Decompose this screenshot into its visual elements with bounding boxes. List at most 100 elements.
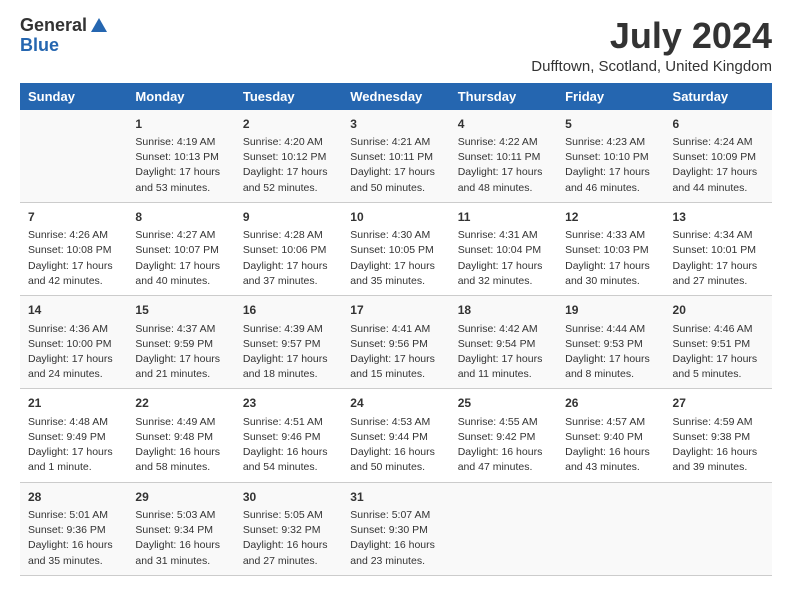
- weekday-header-sunday: Sunday: [20, 83, 127, 110]
- day-number: 16: [243, 302, 334, 319]
- cell-daylight-info: Sunrise: 4:36 AM Sunset: 10:00 PM Daylig…: [28, 322, 119, 383]
- day-number: 24: [350, 395, 441, 412]
- day-number: 15: [135, 302, 226, 319]
- day-number: 11: [458, 209, 549, 226]
- calendar-cell: 23 Sunrise: 4:51 AM Sunset: 9:46 PM Dayli…: [235, 389, 342, 482]
- page-header: General Blue July 2024 Dufftown, Scotlan…: [20, 16, 772, 75]
- cell-daylight-info: Sunrise: 4:28 AM Sunset: 10:06 PM Daylig…: [243, 228, 334, 289]
- calendar-cell: 12 Sunrise: 4:33 AM Sunset: 10:03 PM Dayl…: [557, 202, 664, 295]
- day-number: 21: [28, 395, 119, 412]
- weekday-header-friday: Friday: [557, 83, 664, 110]
- day-number: 1: [135, 116, 226, 133]
- calendar-cell: 25 Sunrise: 4:55 AM Sunset: 9:42 PM Dayli…: [450, 389, 557, 482]
- cell-daylight-info: Sunrise: 4:46 AM Sunset: 9:51 PM Dayligh…: [673, 322, 764, 383]
- calendar-cell: 31 Sunrise: 5:07 AM Sunset: 9:30 PM Dayli…: [342, 482, 449, 575]
- day-number: 14: [28, 302, 119, 319]
- month-title: July 2024: [531, 16, 772, 56]
- cell-daylight-info: Sunrise: 4:21 AM Sunset: 10:11 PM Daylig…: [350, 135, 441, 196]
- cell-daylight-info: Sunrise: 4:57 AM Sunset: 9:40 PM Dayligh…: [565, 415, 656, 476]
- calendar-cell: 30 Sunrise: 5:05 AM Sunset: 9:32 PM Dayli…: [235, 482, 342, 575]
- location-title: Dufftown, Scotland, United Kingdom: [531, 58, 772, 75]
- cell-daylight-info: Sunrise: 4:26 AM Sunset: 10:08 PM Daylig…: [28, 228, 119, 289]
- calendar-cell: [20, 110, 127, 203]
- weekday-header-monday: Monday: [127, 83, 234, 110]
- cell-daylight-info: Sunrise: 4:34 AM Sunset: 10:01 PM Daylig…: [673, 228, 764, 289]
- day-number: 18: [458, 302, 549, 319]
- day-number: 22: [135, 395, 226, 412]
- cell-daylight-info: Sunrise: 5:05 AM Sunset: 9:32 PM Dayligh…: [243, 508, 334, 569]
- weekday-header-tuesday: Tuesday: [235, 83, 342, 110]
- day-number: 20: [673, 302, 764, 319]
- calendar-cell: 29 Sunrise: 5:03 AM Sunset: 9:34 PM Dayli…: [127, 482, 234, 575]
- day-number: 12: [565, 209, 656, 226]
- logo-text-general: General: [20, 16, 87, 36]
- calendar-week-row: 7Sunrise: 4:26 AM Sunset: 10:08 PM Dayli…: [20, 202, 772, 295]
- calendar-cell: 18Sunrise: 4:42 AM Sunset: 9:54 PM Dayli…: [450, 296, 557, 389]
- cell-daylight-info: Sunrise: 4:31 AM Sunset: 10:04 PM Daylig…: [458, 228, 549, 289]
- day-number: 17: [350, 302, 441, 319]
- day-number: 5: [565, 116, 656, 133]
- day-number: 3: [350, 116, 441, 133]
- calendar-table: SundayMondayTuesdayWednesdayThursdayFrid…: [20, 83, 772, 576]
- calendar-cell: 8 Sunrise: 4:27 AM Sunset: 10:07 PM Dayli…: [127, 202, 234, 295]
- weekday-header-thursday: Thursday: [450, 83, 557, 110]
- cell-daylight-info: Sunrise: 4:22 AM Sunset: 10:11 PM Daylig…: [458, 135, 549, 196]
- calendar-cell: 26 Sunrise: 4:57 AM Sunset: 9:40 PM Dayli…: [557, 389, 664, 482]
- day-number: 13: [673, 209, 764, 226]
- calendar-cell: 14 Sunrise: 4:36 AM Sunset: 10:00 PM Dayl…: [20, 296, 127, 389]
- cell-daylight-info: Sunrise: 4:20 AM Sunset: 10:12 PM Daylig…: [243, 135, 334, 196]
- weekday-header-wednesday: Wednesday: [342, 83, 449, 110]
- day-number: 9: [243, 209, 334, 226]
- calendar-cell: 10Sunrise: 4:30 AM Sunset: 10:05 PM Dayl…: [342, 202, 449, 295]
- cell-daylight-info: Sunrise: 4:55 AM Sunset: 9:42 PM Dayligh…: [458, 415, 549, 476]
- cell-daylight-info: Sunrise: 4:48 AM Sunset: 9:49 PM Dayligh…: [28, 415, 119, 476]
- calendar-cell: 21 Sunrise: 4:48 AM Sunset: 9:49 PM Dayli…: [20, 389, 127, 482]
- cell-daylight-info: Sunrise: 5:03 AM Sunset: 9:34 PM Dayligh…: [135, 508, 226, 569]
- day-number: 26: [565, 395, 656, 412]
- cell-daylight-info: Sunrise: 4:37 AM Sunset: 9:59 PM Dayligh…: [135, 322, 226, 383]
- cell-daylight-info: Sunrise: 4:27 AM Sunset: 10:07 PM Daylig…: [135, 228, 226, 289]
- cell-daylight-info: Sunrise: 4:33 AM Sunset: 10:03 PM Daylig…: [565, 228, 656, 289]
- calendar-cell: 13 Sunrise: 4:34 AM Sunset: 10:01 PM Dayl…: [665, 202, 772, 295]
- day-number: 25: [458, 395, 549, 412]
- logo-icon: [89, 16, 109, 36]
- calendar-cell: 27Sunrise: 4:59 AM Sunset: 9:38 PM Dayli…: [665, 389, 772, 482]
- day-number: 29: [135, 489, 226, 506]
- day-number: 8: [135, 209, 226, 226]
- day-number: 28: [28, 489, 119, 506]
- calendar-cell: 11 Sunrise: 4:31 AM Sunset: 10:04 PM Dayl…: [450, 202, 557, 295]
- calendar-cell: 1 Sunrise: 4:19 AM Sunset: 10:13 PM Dayli…: [127, 110, 234, 203]
- logo-text-blue: Blue: [20, 36, 59, 56]
- cell-daylight-info: Sunrise: 5:01 AM Sunset: 9:36 PM Dayligh…: [28, 508, 119, 569]
- day-number: 27: [673, 395, 764, 412]
- calendar-week-row: 1 Sunrise: 4:19 AM Sunset: 10:13 PM Dayli…: [20, 110, 772, 203]
- day-number: 31: [350, 489, 441, 506]
- cell-daylight-info: Sunrise: 4:23 AM Sunset: 10:10 PM Daylig…: [565, 135, 656, 196]
- calendar-cell: 9 Sunrise: 4:28 AM Sunset: 10:06 PM Dayli…: [235, 202, 342, 295]
- calendar-cell: 2 Sunrise: 4:20 AM Sunset: 10:12 PM Dayli…: [235, 110, 342, 203]
- calendar-cell: 19 Sunrise: 4:44 AM Sunset: 9:53 PM Dayli…: [557, 296, 664, 389]
- calendar-cell: 16 Sunrise: 4:39 AM Sunset: 9:57 PM Dayli…: [235, 296, 342, 389]
- cell-daylight-info: Sunrise: 4:51 AM Sunset: 9:46 PM Dayligh…: [243, 415, 334, 476]
- day-number: 2: [243, 116, 334, 133]
- cell-daylight-info: Sunrise: 4:49 AM Sunset: 9:48 PM Dayligh…: [135, 415, 226, 476]
- day-number: 30: [243, 489, 334, 506]
- cell-daylight-info: Sunrise: 4:39 AM Sunset: 9:57 PM Dayligh…: [243, 322, 334, 383]
- day-number: 19: [565, 302, 656, 319]
- calendar-week-row: 28 Sunrise: 5:01 AM Sunset: 9:36 PM Dayli…: [20, 482, 772, 575]
- calendar-cell: 20 Sunrise: 4:46 AM Sunset: 9:51 PM Dayli…: [665, 296, 772, 389]
- cell-daylight-info: Sunrise: 4:41 AM Sunset: 9:56 PM Dayligh…: [350, 322, 441, 383]
- cell-daylight-info: Sunrise: 5:07 AM Sunset: 9:30 PM Dayligh…: [350, 508, 441, 569]
- calendar-week-row: 21 Sunrise: 4:48 AM Sunset: 9:49 PM Dayli…: [20, 389, 772, 482]
- cell-daylight-info: Sunrise: 4:44 AM Sunset: 9:53 PM Dayligh…: [565, 322, 656, 383]
- cell-daylight-info: Sunrise: 4:53 AM Sunset: 9:44 PM Dayligh…: [350, 415, 441, 476]
- calendar-cell: 28 Sunrise: 5:01 AM Sunset: 9:36 PM Dayli…: [20, 482, 127, 575]
- day-number: 4: [458, 116, 549, 133]
- calendar-cell: [665, 482, 772, 575]
- day-number: 6: [673, 116, 764, 133]
- day-number: 23: [243, 395, 334, 412]
- weekday-header-row: SundayMondayTuesdayWednesdayThursdayFrid…: [20, 83, 772, 110]
- calendar-cell: 4 Sunrise: 4:22 AM Sunset: 10:11 PM Dayli…: [450, 110, 557, 203]
- calendar-cell: 17 Sunrise: 4:41 AM Sunset: 9:56 PM Dayli…: [342, 296, 449, 389]
- cell-daylight-info: Sunrise: 4:19 AM Sunset: 10:13 PM Daylig…: [135, 135, 226, 196]
